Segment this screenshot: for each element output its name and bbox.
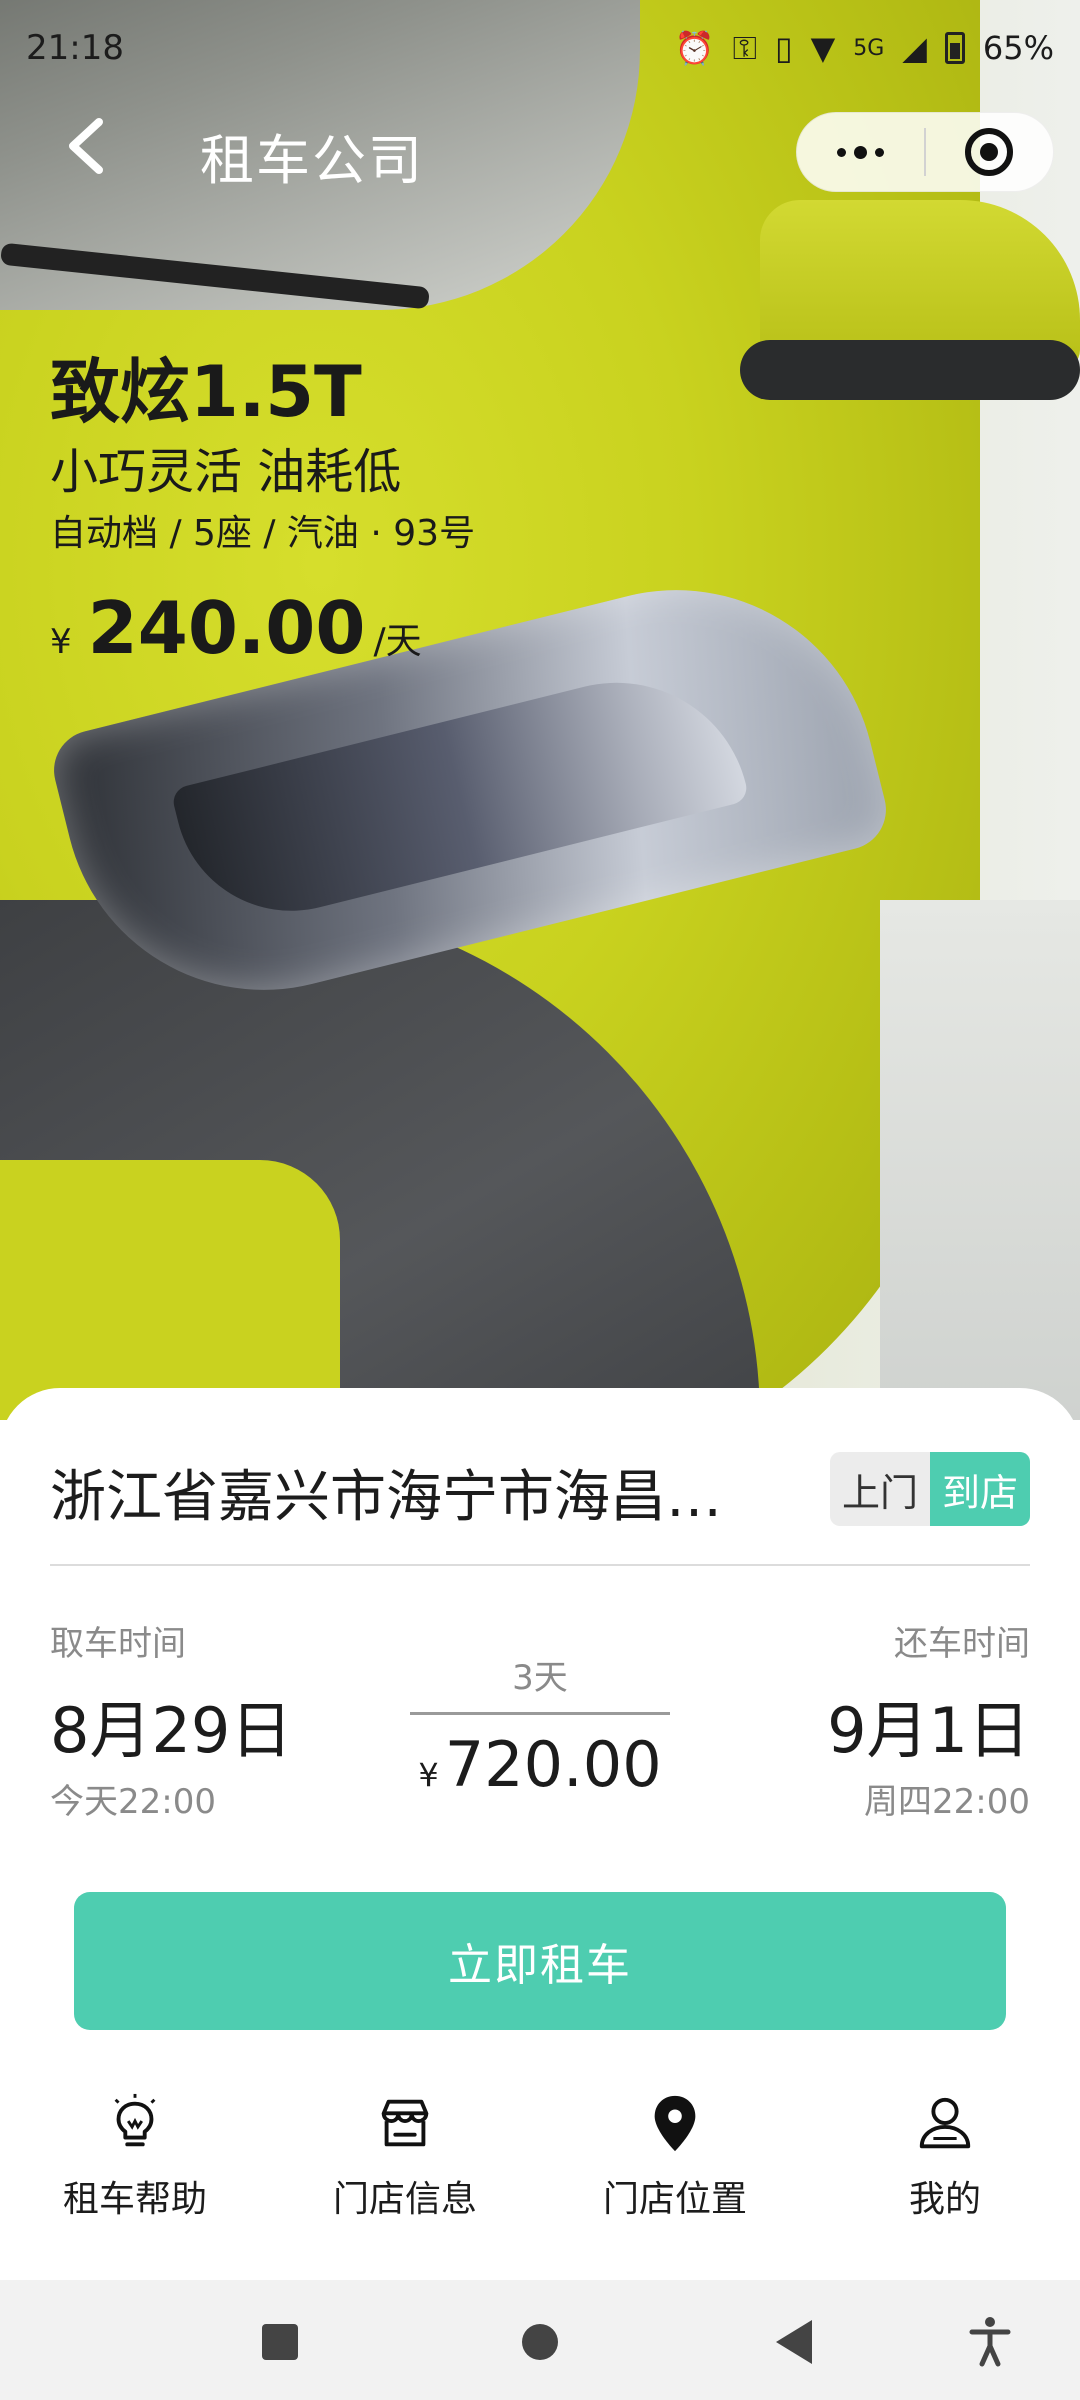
status-bar: 21:18 ⏰ ⚿ ▯ ▼ 5G ◢ 65% [0,0,1080,96]
pickup-date[interactable]: 8月29日 [50,1680,292,1770]
tab-mine[interactable]: 我的 [810,2088,1080,2238]
price-unit: /天 [373,621,422,662]
mini-program-capsule [796,112,1054,192]
location-pin-icon [654,2095,696,2152]
network-type: 5G [853,35,885,61]
total-currency: ¥ [418,1756,439,1794]
booking-card: 浙江省嘉兴市海宁市海昌… 上门 到店 取车时间 8月29日 今天22:00 3天… [0,1388,1080,2280]
tab-label: 租车帮助 [62,2179,207,2220]
total-amount: 720.00 [444,1728,662,1801]
store-address[interactable]: 浙江省嘉兴市海宁市海昌… [50,1452,780,1533]
price-currency: ¥ [50,622,72,662]
pickup-time[interactable]: 今天22:00 [50,1774,216,1823]
tab-label: 门店信息 [332,2179,477,2220]
back-icon[interactable] [776,2320,812,2364]
tab-help[interactable]: 租车帮助 [0,2088,270,2238]
return-date[interactable]: 9月1日 [827,1680,1030,1770]
car-model-name: 致炫1.5T [50,351,362,433]
accessibility-icon[interactable] [966,2314,1014,2370]
tab-label: 我的 [908,2179,981,2220]
key-icon: ⚿ [732,28,757,67]
return-time[interactable]: 周四22:00 [864,1774,1030,1823]
system-navigation-bar [0,2280,1080,2400]
status-time: 21:18 [26,28,124,68]
signal-icon: ◢ [902,29,927,67]
tab-label: 门店位置 [602,2179,747,2220]
back-button[interactable] [50,110,122,182]
user-icon [919,2097,971,2149]
total-price: ¥ 720.00 [410,1728,670,1801]
tab-store-info[interactable]: 门店信息 [270,2088,540,2238]
price-amount: 240.00 [87,586,366,670]
battery-percent: 65% [982,29,1054,67]
close-mini-program-button[interactable] [926,112,1053,192]
rent-now-button[interactable]: 立即租车 [74,1892,1006,2030]
data-saver-icon: ▯ [775,29,793,67]
daily-price: ¥ 240.00 /天 [50,586,422,670]
chevron-left-icon [69,118,103,174]
pickup-label: 取车时间 [50,1624,186,1664]
wifi-icon: ▼ [810,29,836,67]
car-spec: 自动档 / 5座 / 汽油 · 93号 [50,513,476,554]
target-icon [965,128,1014,176]
divider [50,1564,1030,1566]
page-title: 租车公司 [200,129,424,192]
duration-divider [410,1712,670,1715]
alarm-icon: ⏰ [674,29,715,67]
car-hero-image [0,0,1080,1420]
lightbulb-icon [114,2093,156,2147]
service-mode-toggle: 上门 到店 [830,1452,1030,1526]
bottom-tabbar: 租车帮助 门店信息 门店位置 我的 [0,2088,1080,2238]
tab-store-location[interactable]: 门店位置 [540,2088,810,2238]
more-button[interactable] [797,112,924,192]
store-icon [381,2099,429,2147]
rental-duration: 3天 [512,1658,568,1698]
mode-delivery-option[interactable]: 上门 [830,1452,930,1526]
return-label: 还车时间 [894,1624,1030,1664]
home-icon[interactable] [522,2324,558,2360]
mode-store-option[interactable]: 到店 [930,1452,1030,1526]
recents-icon[interactable] [262,2324,298,2360]
battery-icon [944,32,965,64]
nav-bar: 租车公司 [0,96,1080,200]
more-dots-icon [837,147,846,157]
car-slogan: 小巧灵活 油耗低 [50,444,402,500]
